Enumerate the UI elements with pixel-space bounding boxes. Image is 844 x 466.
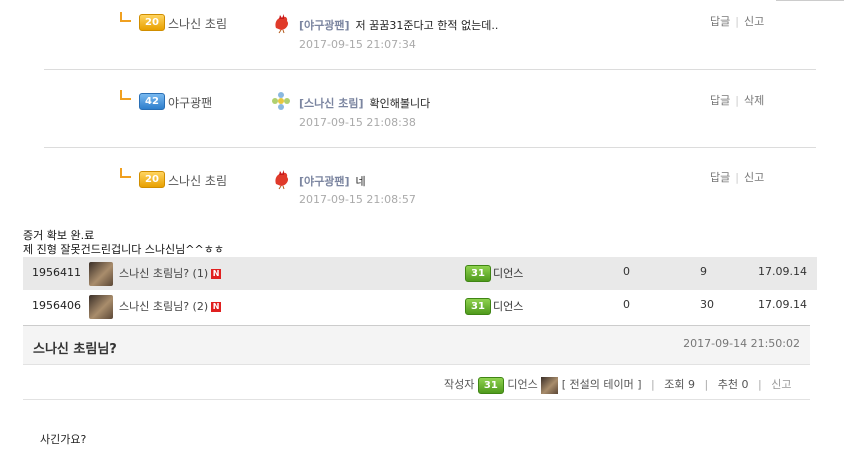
post-view-count: 9 [700, 265, 707, 278]
divider: | [735, 94, 739, 107]
author-label: 작성자 [444, 378, 475, 391]
comment-message: 저 꿈꿈31준다고 한적 없는데.. [355, 19, 499, 32]
post-view-count: 30 [700, 298, 714, 311]
reply-arrow-icon [120, 12, 131, 22]
meta-divider [23, 399, 810, 400]
level-badge: 31 [465, 298, 491, 315]
post-title-link[interactable]: 스나신 초림님? (2) N [119, 298, 222, 314]
dog-avatar-icon [89, 262, 113, 286]
view-count: 조회 9 [664, 378, 696, 391]
post-header: 스나신 초림님? 2017-09-14 21:50:02 [23, 325, 810, 365]
comment-actions: 답글 | 신고 [710, 13, 764, 29]
flower-icon [272, 92, 290, 110]
evidence-text-line: 제 진형 잘못건드린겁니다 스나신님^^ㅎㅎ [23, 243, 224, 256]
post-title: 스나신 초림님? [33, 342, 117, 357]
report-button[interactable]: 신고 [744, 15, 764, 28]
comment-username[interactable]: 스나신 초림 [168, 15, 227, 32]
reply-button[interactable]: 답글 [710, 171, 730, 184]
new-badge: N [211, 302, 222, 312]
comment-reply: 20 스나신 초림 [야구광팬] 저 꿈꿈31준다고 한적 없는데.. 2017-… [44, 0, 816, 70]
reply-arrow-icon [120, 168, 131, 178]
level-badge: 20 [139, 171, 165, 188]
new-badge: N [211, 269, 222, 279]
comment-text: [스나신 초림] 확인해볼니다 [299, 95, 430, 111]
post-number: 1956411 [32, 266, 81, 279]
post-date: 17.09.14 [758, 265, 807, 278]
divider: | [735, 171, 739, 184]
post-body: 사긴가요? [40, 433, 87, 446]
comment-text: [야구광팬] 저 꿈꿈31준다고 한적 없는데.. [299, 17, 498, 33]
comment-message: 확인해볼니다 [369, 97, 431, 110]
comment-text: [야구광팬] 네 [299, 173, 366, 189]
rooster-icon [275, 14, 289, 34]
post-title-link[interactable]: 스나신 초림님? (1) N [119, 265, 222, 281]
mention-tag[interactable]: [야구광팬] [299, 175, 350, 188]
table-row[interactable]: 1956406 스나신 초림님? (2) N 31 디언스 0 30 17.09.… [23, 290, 817, 323]
level-badge: 20 [139, 14, 165, 31]
level-badge: 42 [139, 93, 165, 110]
divider: | [757, 378, 762, 391]
comment-reply: 42 야구광팬 [스나신 초림] 확인해볼니다 2017-09-15 21:08:… [44, 70, 816, 148]
comment-timestamp: 2017-09-15 21:07:34 [299, 38, 416, 51]
comment-username[interactable]: 야구광팬 [168, 94, 212, 111]
post-title-text: 스나신 초림님? (1) [119, 267, 209, 280]
divider: | [735, 15, 739, 28]
comment-timestamp: 2017-09-15 21:08:57 [299, 193, 416, 206]
post-writer[interactable]: 디언스 [493, 298, 523, 314]
post-title-text: 스나신 초림님? (2) [119, 300, 209, 313]
post-recommend-count: 0 [623, 298, 630, 311]
comment-message: 네 [355, 175, 366, 188]
post-meta: 작성자 31 디언스 [ 전설의 테이머 ] | 조회 9 | 추천 0 | 신… [444, 376, 791, 394]
comment-timestamp: 2017-09-15 21:08:38 [299, 116, 416, 129]
table-row[interactable]: 1956411 스나신 초림님? (1) N 31 디언스 0 9 17.09.1… [23, 257, 817, 290]
mention-tag[interactable]: [야구광팬] [299, 19, 350, 32]
level-badge: 31 [465, 265, 491, 282]
comment-actions: 답글 | 신고 [710, 169, 764, 185]
comment-actions: 답글 | 삭제 [710, 92, 764, 108]
post-writer[interactable]: 디언스 [493, 265, 523, 281]
reply-button[interactable]: 답글 [710, 94, 730, 107]
delete-button[interactable]: 삭제 [744, 94, 764, 107]
author-title: [ 전설의 테이머 ] [561, 378, 642, 391]
dog-avatar-icon [89, 295, 113, 319]
divider: | [704, 378, 709, 391]
rooster-icon [275, 170, 289, 190]
mention-tag[interactable]: [스나신 초림] [299, 97, 363, 110]
post-recommend-count: 0 [623, 265, 630, 278]
comment-reply: 20 스나신 초림 [야구광팬] 네 2017-09-15 21:08:57 답글… [44, 148, 816, 226]
recommend-count[interactable]: 추천 0 [718, 378, 749, 391]
reply-arrow-icon [120, 90, 131, 100]
report-button[interactable]: 신고 [744, 171, 764, 184]
author-name[interactable]: 디언스 [507, 378, 537, 391]
divider: | [651, 378, 655, 391]
reply-button[interactable]: 답글 [710, 15, 730, 28]
report-button[interactable]: 신고 [771, 378, 791, 391]
post-date: 17.09.14 [758, 298, 807, 311]
level-badge: 31 [477, 376, 504, 394]
comment-username[interactable]: 스나신 초림 [168, 172, 227, 189]
post-number: 1956406 [32, 299, 81, 312]
post-datetime: 2017-09-14 21:50:02 [683, 337, 800, 350]
dog-avatar-icon [541, 376, 559, 394]
